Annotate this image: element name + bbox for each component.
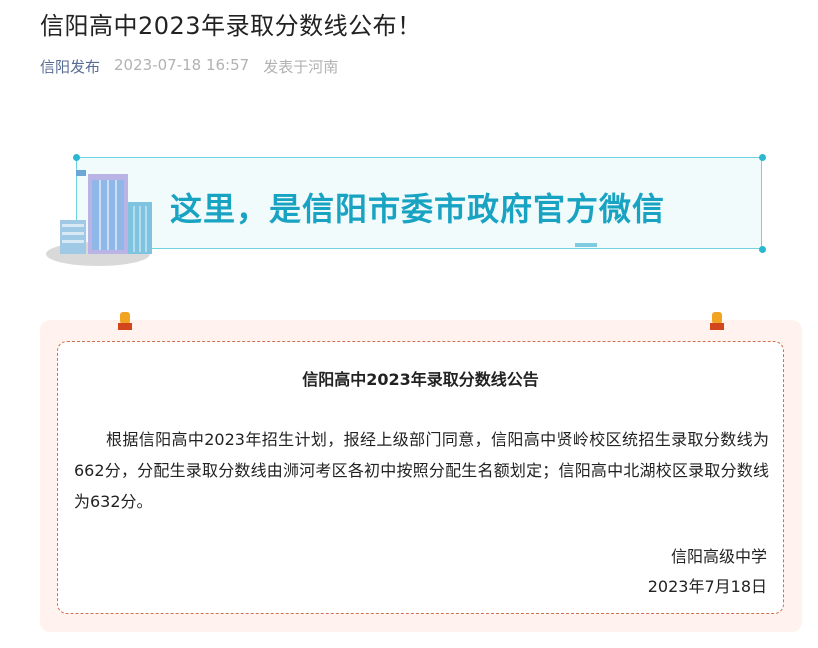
signature-org: 信阳高级中学 [670, 547, 767, 566]
banner-corner-dot [759, 246, 766, 253]
notice-body: 根据信阳高中2023年招生计划，报经上级部门同意，信阳高中贤岭校区统招生录取分数… [74, 430, 769, 511]
city-buildings-icon [46, 170, 152, 266]
notice-title: 信阳高中2023年录取分数线公告 [302, 370, 539, 389]
notice-signature: 信阳高级中学 2023年7月18日 [648, 542, 767, 602]
banner-corner-dot [759, 154, 766, 161]
banner-image: 这里，是信阳市委市政府官方微信 [40, 148, 770, 270]
banner-decoration [575, 243, 597, 247]
banner-slogan: 这里，是信阳市委市政府官方微信 [170, 190, 666, 228]
notice-card: 信阳高中2023年录取分数线公告 根据信阳高中2023年招生计划，报经上级部门同… [40, 312, 802, 632]
article-title: 信阳高中2023年录取分数线公布！ [40, 12, 422, 40]
signature-date: 2023年7月18日 [647, 577, 767, 596]
publish-location: 发表于河南 [263, 58, 339, 76]
author-link[interactable]: 信阳发布 [40, 56, 100, 77]
notice-content: 信阳高中2023年录取分数线公告 根据信阳高中2023年招生计划，报经上级部门同… [57, 341, 784, 614]
banner-corner-dot [73, 154, 80, 161]
article-meta: 信阳发布 2023-07-18 16:57 发表于河南 [40, 56, 338, 77]
pin-icon [710, 312, 724, 330]
pin-icon [118, 312, 132, 330]
article-page: 信阳高中2023年录取分数线公布！ 信阳发布 2023-07-18 16:57 … [0, 0, 818, 648]
publish-datetime: 2023-07-18 16:57 [114, 56, 250, 74]
